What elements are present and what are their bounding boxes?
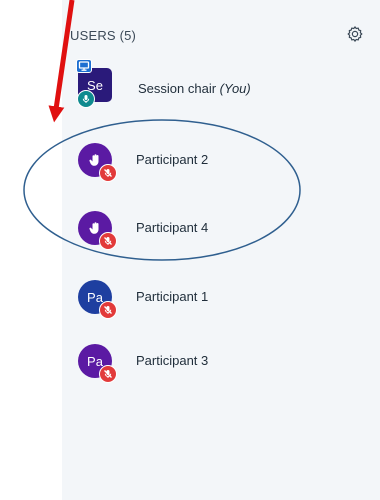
user-row-participant-4[interactable]: Participant 4 <box>78 211 338 250</box>
users-list-header: USERS (5) <box>70 28 137 43</box>
raised-hand-icon <box>89 154 99 166</box>
mic-muted-icon <box>99 365 117 383</box>
user-name: Participant 3 <box>136 353 209 368</box>
mic-muted-icon <box>99 232 117 250</box>
user-name: Session chair (You) <box>138 81 251 96</box>
settings-gear-icon[interactable] <box>346 25 364 43</box>
user-row-participant-3[interactable]: Pa Participant 3 <box>78 344 338 383</box>
mic-muted-icon <box>99 164 117 182</box>
user-name: Participant 1 <box>136 289 209 304</box>
user-row-participant-1[interactable]: Pa Participant 1 <box>78 280 338 319</box>
avatar-initials: Pa <box>87 353 103 369</box>
user-name: Participant 4 <box>136 220 209 235</box>
user-name: Participant 2 <box>136 152 209 167</box>
gear-icon <box>347 26 363 42</box>
you-label: (You) <box>219 81 251 96</box>
presenter-icon <box>76 59 92 73</box>
avatar-initials: Pa <box>87 289 103 305</box>
mic-icon <box>77 90 95 108</box>
user-row-session-chair[interactable]: Se Session chair (You) <box>76 59 338 108</box>
mic-muted-icon <box>99 301 117 319</box>
user-row-participant-2[interactable]: Participant 2 <box>78 143 338 182</box>
raised-hand-icon <box>89 222 99 234</box>
